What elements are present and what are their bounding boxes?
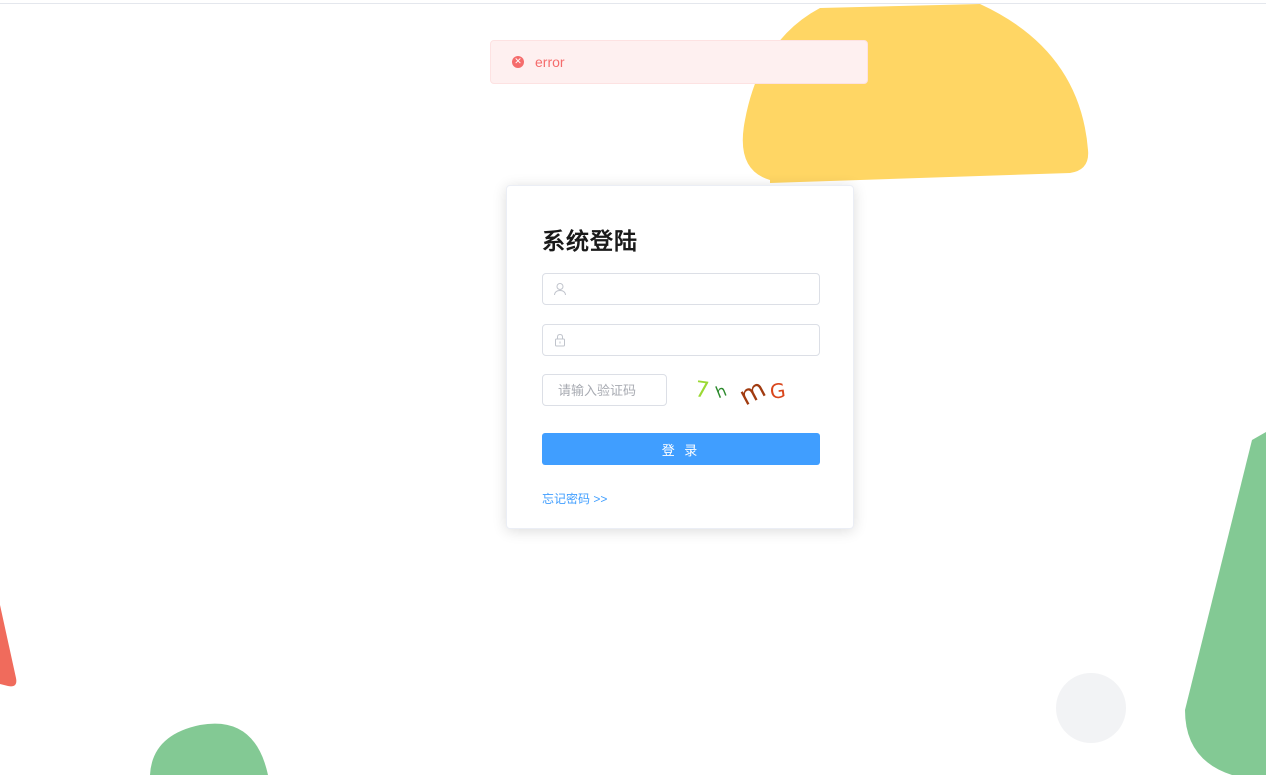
forgot-password-link[interactable]: 忘记密码 >> xyxy=(542,490,607,507)
captcha-char: m xyxy=(734,373,771,413)
green-right-shape xyxy=(1185,432,1266,775)
error-circle-icon: ✕ xyxy=(512,56,524,68)
yellow-blob xyxy=(742,4,1089,183)
green-bottom-blob xyxy=(150,723,268,775)
captcha-input[interactable] xyxy=(542,374,667,406)
password-input[interactable] xyxy=(573,325,817,357)
password-field[interactable] xyxy=(542,324,820,357)
login-title: 系统登陆 xyxy=(542,228,638,254)
error-message-text: error xyxy=(535,54,565,70)
login-card: 系统登陆 7 h m G 登 录 忘记密码 >> xyxy=(506,185,854,529)
red-left-shape xyxy=(0,605,17,687)
login-page: ✕ error 系统登陆 7 h m G 登 录 xyxy=(0,0,1266,775)
top-border xyxy=(0,3,1266,4)
lock-icon xyxy=(555,333,565,347)
grey-circle xyxy=(1056,673,1126,743)
captcha-char: 7 xyxy=(693,377,711,404)
error-message: ✕ error xyxy=(490,40,868,84)
captcha-image[interactable]: 7 h m G xyxy=(690,373,800,413)
username-input[interactable] xyxy=(573,274,817,306)
login-button[interactable]: 登 录 xyxy=(542,433,820,465)
username-field[interactable] xyxy=(542,273,820,306)
captcha-char: G xyxy=(768,378,788,404)
captcha-char: h xyxy=(712,380,730,403)
user-icon xyxy=(554,283,566,296)
